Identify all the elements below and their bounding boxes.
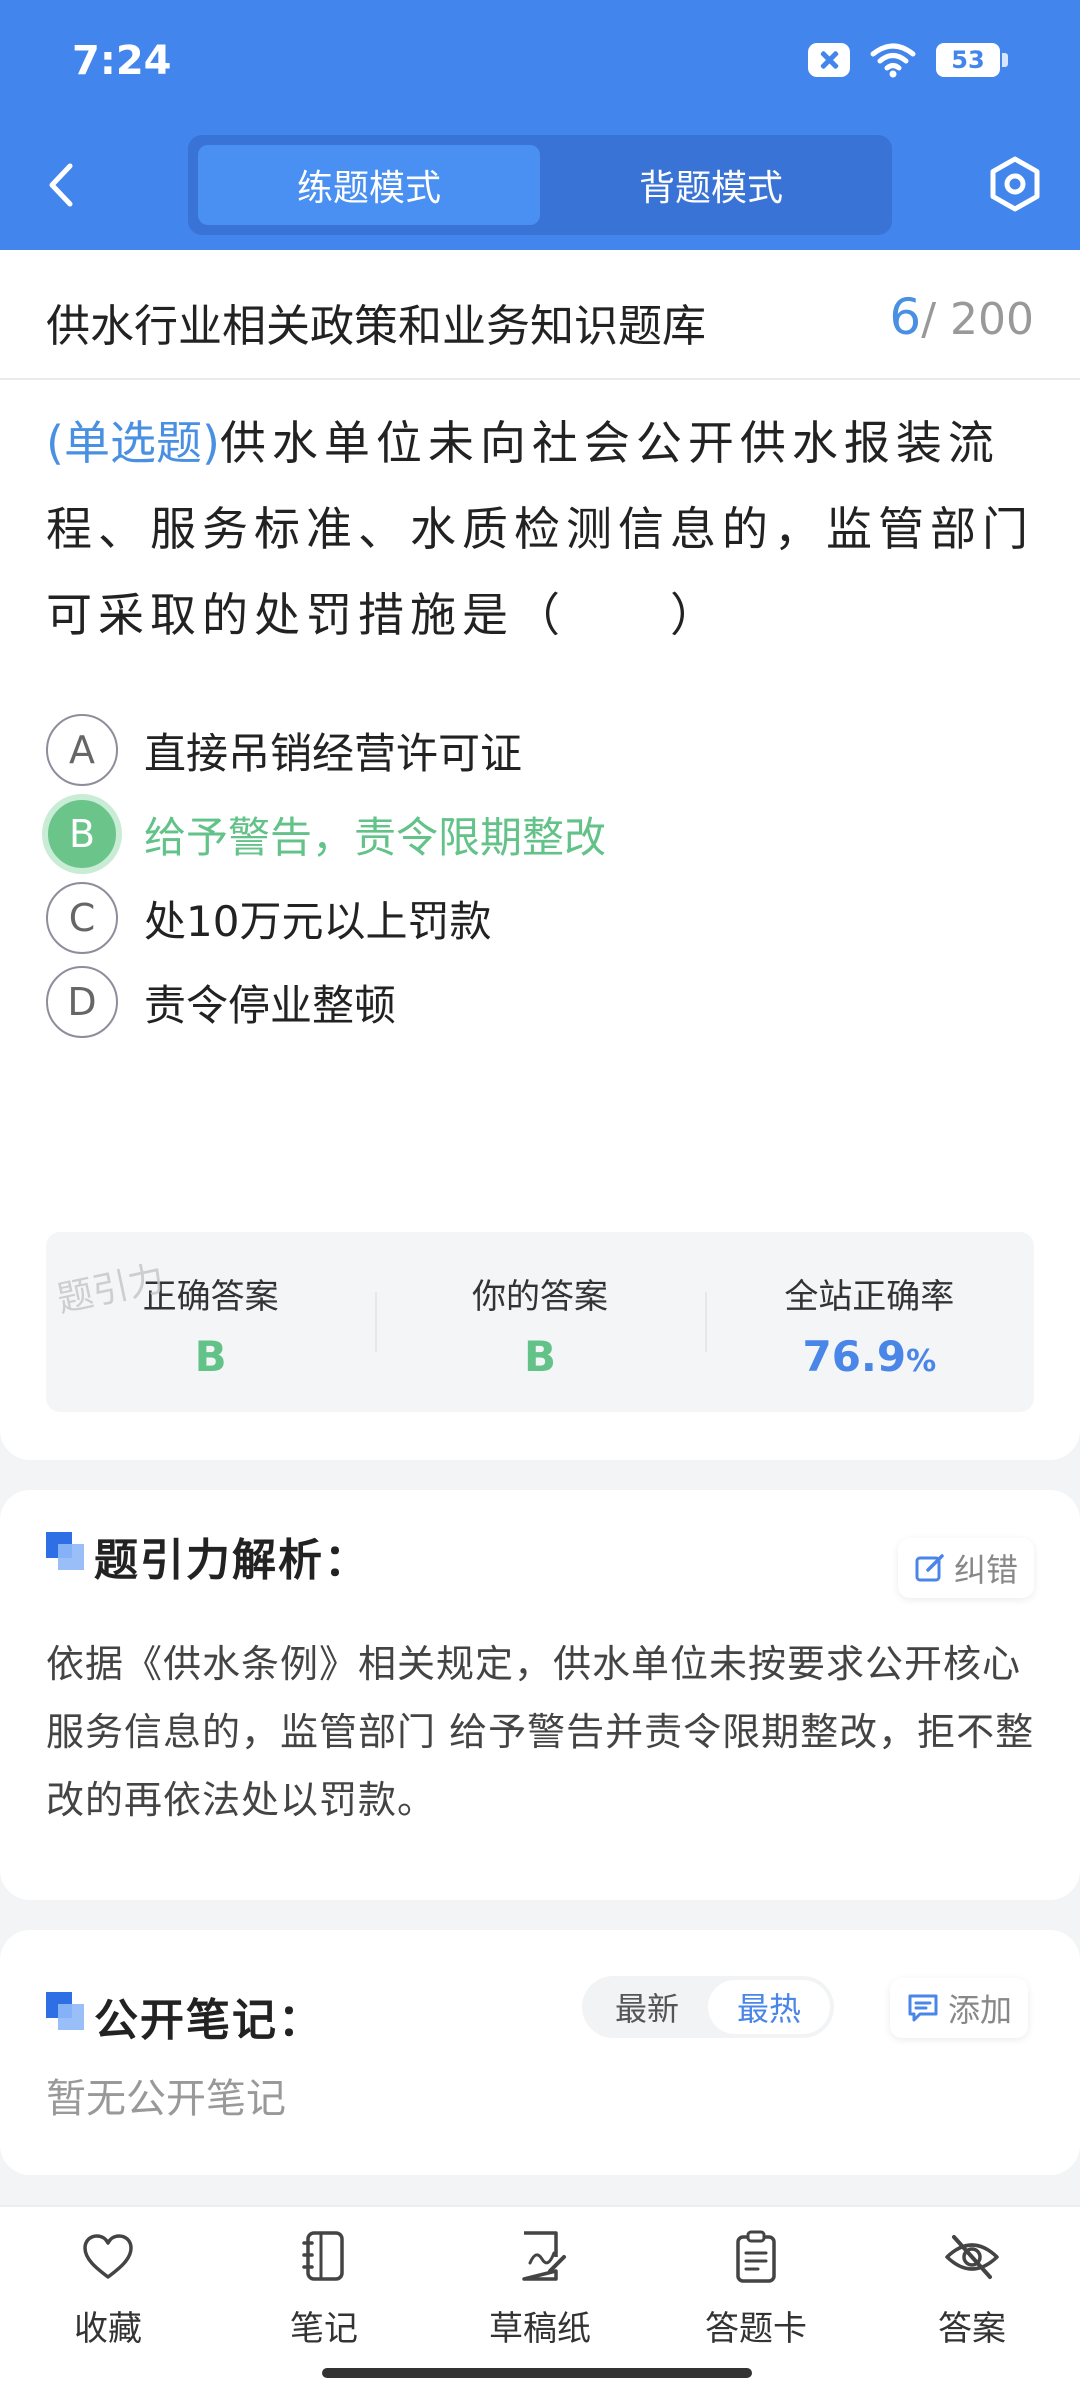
option-letter: B — [42, 794, 122, 874]
battery-icon: 53 — [936, 43, 1008, 77]
option-text: 处10万元以上罚款 — [144, 896, 492, 946]
settings-icon[interactable] — [986, 155, 1044, 213]
draft-icon — [522, 2231, 566, 2281]
sort-hottest[interactable]: 最热 — [708, 1980, 830, 2034]
show-answer-button[interactable]: 答案 — [872, 2227, 1072, 2350]
question-card: 供水行业相关政策和业务知识题库 6/ 200 (单选题)供水单位未向社会公开供水… — [0, 250, 1080, 1460]
report-error-button[interactable]: 纠错 — [898, 1538, 1035, 1598]
option-letter: D — [46, 966, 118, 1038]
correct-answer-stat: 正确答案 B — [46, 1232, 375, 1412]
status-icons: 53 — [808, 42, 1008, 78]
notes-sort-switch: 最新 最热 — [582, 1976, 834, 2038]
section-icon — [46, 1532, 86, 1572]
option-a[interactable]: A 直接吊销经营许可证 — [46, 712, 946, 788]
draft-paper-label: 草稿纸 — [489, 2309, 591, 2349]
option-d[interactable]: D 责令停业整顿 — [46, 964, 946, 1040]
analysis-title: 题引力解析： — [94, 1535, 370, 1586]
option-b[interactable]: B 给予警告，责令限期整改 — [42, 794, 946, 874]
favorite-label: 收藏 — [74, 2309, 142, 2349]
eye-off-icon — [945, 2235, 999, 2279]
question-type: (单选题) — [46, 416, 220, 470]
notes-title: 公开笔记： — [94, 1995, 324, 2046]
option-text: 给予警告，责令限期整改 — [144, 812, 607, 862]
rate-number: 76.9 — [802, 1332, 907, 1381]
edit-icon — [915, 1554, 944, 1582]
tab-practice-mode[interactable]: 练题模式 — [198, 145, 540, 225]
home-indicator[interactable] — [322, 2368, 752, 2378]
option-c[interactable]: C 处10万元以上罚款 — [46, 880, 946, 956]
wifi-icon — [870, 43, 916, 78]
notes-label: 笔记 — [290, 2309, 358, 2349]
section-icon — [46, 1992, 86, 2032]
clipboard-icon — [736, 2230, 776, 2283]
your-answer-value: B — [523, 1332, 556, 1381]
comment-icon — [908, 1994, 938, 2022]
show-answer-label: 答案 — [938, 2309, 1006, 2349]
notes-button[interactable]: 笔记 — [224, 2227, 424, 2350]
draft-paper-button[interactable]: 草稿纸 — [440, 2227, 640, 2350]
stat-label: 你的答案 — [471, 1277, 608, 1317]
tab-memorize-mode[interactable]: 背题模式 — [540, 145, 882, 225]
option-letter: C — [46, 882, 118, 954]
your-answer-stat: 你的答案 B — [375, 1232, 704, 1412]
no-notes-text: 暂无公开笔记 — [46, 2076, 286, 2122]
rate-unit: % — [906, 1344, 937, 1379]
notebook-icon — [302, 2231, 344, 2281]
divider — [0, 378, 1080, 380]
report-error-label: 纠错 — [954, 1551, 1019, 1589]
analysis-card: 题引力解析： 纠错 依据《供水条例》相关规定，供水单位未按要求公开核心服务信息的… — [0, 1490, 1080, 1900]
accuracy-rate-stat: 全站正确率 76.9% — [704, 1232, 1034, 1412]
stat-label: 全站正确率 — [784, 1277, 955, 1317]
answer-card-button[interactable]: 答题卡 — [656, 2227, 856, 2350]
add-note-button[interactable]: 添加 — [890, 1978, 1029, 2038]
sort-latest[interactable]: 最新 — [586, 1980, 708, 2034]
option-text: 直接吊销经营许可证 — [144, 728, 523, 778]
status-time: 7:24 — [72, 38, 172, 84]
favorite-button[interactable]: 收藏 — [8, 2227, 208, 2350]
back-arrow-icon[interactable] — [42, 160, 82, 210]
total-questions: / 200 — [921, 294, 1034, 345]
current-question-number: 6 — [889, 288, 922, 346]
question-text: (单选题)供水单位未向社会公开供水报装流程、服务标准、水质检测信息的，监管部门可… — [46, 400, 1036, 658]
notification-x-icon — [808, 43, 850, 77]
top-header: 7:24 53 练题模式 背题模式 — [0, 0, 1080, 250]
option-letter: A — [46, 714, 118, 786]
question-progress: 6/ 200 — [889, 288, 1034, 346]
answer-card-label: 答题卡 — [705, 2309, 807, 2349]
notes-card: 公开笔记： 最新 最热 添加 暂无公开笔记 — [0, 1930, 1080, 2175]
accuracy-rate-value: 76.9% — [802, 1332, 936, 1381]
answer-stats: 正确答案 B 你的答案 B 全站正确率 76.9% — [46, 1232, 1034, 1412]
analysis-text: 依据《供水条例》相关规定，供水单位未按要求公开核心服务信息的，监管部门 给予警告… — [46, 1642, 1035, 1822]
add-note-label: 添加 — [948, 1991, 1013, 2029]
mode-switch: 练题模式 背题模式 — [188, 135, 892, 235]
question-bank-title: 供水行业相关政策和业务知识题库 — [46, 301, 706, 352]
heart-icon — [83, 2234, 133, 2279]
correct-answer-value: B — [194, 1332, 227, 1381]
option-text: 责令停业整顿 — [144, 980, 397, 1030]
